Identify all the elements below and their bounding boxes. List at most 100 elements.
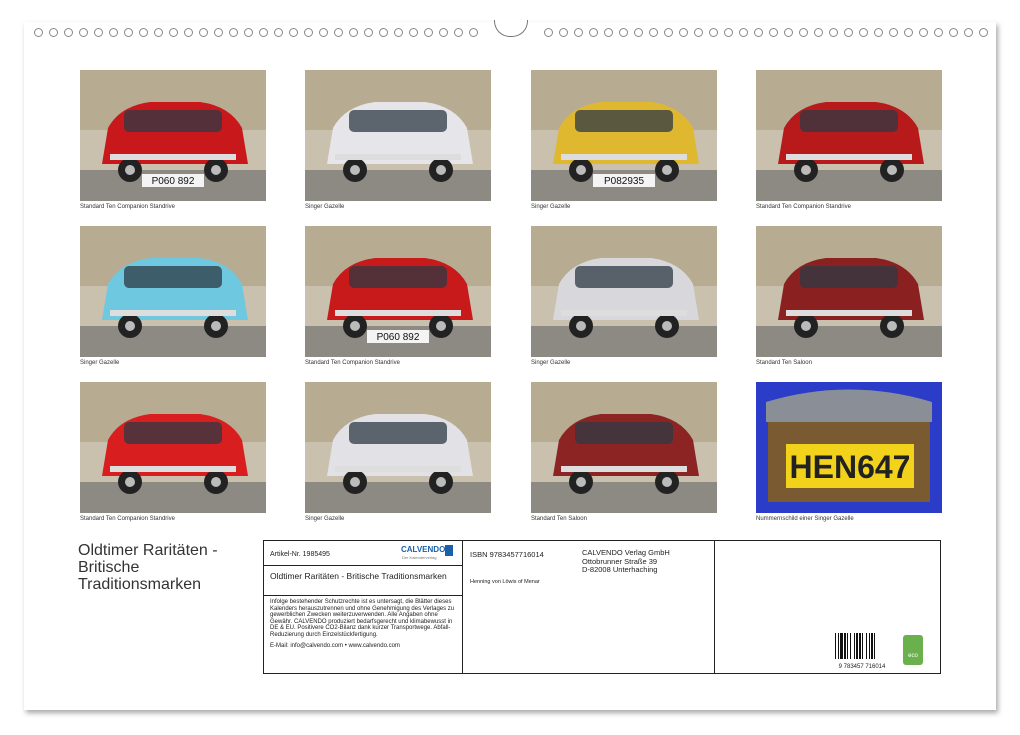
- binding-ring: [214, 28, 223, 37]
- binding-ring: [424, 28, 433, 37]
- photo-caption: Singer Gazelle: [531, 204, 717, 210]
- car-photo: [305, 382, 491, 513]
- plate-text: P060 892: [377, 332, 420, 343]
- barcode-bar: [854, 633, 855, 659]
- photo-caption: Singer Gazelle: [305, 204, 491, 210]
- barcode-bar: [844, 633, 846, 659]
- binding-ring: [814, 28, 823, 37]
- binding-ring: [94, 28, 103, 37]
- binding-ring: [754, 28, 763, 37]
- barcode-bar: [856, 633, 858, 659]
- binding-ring: [229, 28, 238, 37]
- binding-ring: [259, 28, 268, 37]
- photo-caption: Singer Gazelle: [305, 516, 491, 522]
- binding-ring: [619, 28, 628, 37]
- binding-ring: [739, 28, 748, 37]
- plate-text: HEN647: [790, 449, 911, 485]
- binding-ring: [604, 28, 613, 37]
- car-photo: P060 892: [305, 226, 491, 357]
- binding-ring: [709, 28, 718, 37]
- calvendo-logo: CALVENDO: [401, 545, 445, 554]
- binding-ring: [454, 28, 463, 37]
- photo-tile: P060 892 Standard Ten Companion Standriv…: [80, 70, 266, 210]
- binding-ring: [664, 28, 673, 37]
- photo-caption: Standard Ten Companion Standrive: [80, 204, 266, 210]
- barcode-number: 9 783457 716014: [834, 664, 890, 670]
- binding-ring: [934, 28, 943, 37]
- barcode-bar: [835, 633, 836, 659]
- photo-caption: Nummernschild einer Singer Gazelle: [756, 516, 942, 522]
- binding-ring: [544, 28, 553, 37]
- binding-ring: [409, 28, 418, 37]
- barcode-bar: [840, 633, 843, 659]
- photo-tile: Standard Ten Saloon: [531, 382, 717, 522]
- binding-ring: [559, 28, 568, 37]
- calendar-title: Oldtimer Raritäten - Britische Tradition…: [78, 542, 258, 593]
- binding-ring: [319, 28, 328, 37]
- photo-caption: Standard Ten Saloon: [531, 516, 717, 522]
- binding-ring: [919, 28, 928, 37]
- plate-text: P060 892: [152, 176, 195, 187]
- barcode-bar: [871, 633, 873, 659]
- binding-ring: [694, 28, 703, 37]
- eco-badge-icon: eco: [903, 635, 923, 665]
- car-photo: [305, 70, 491, 201]
- photo-caption: Singer Gazelle: [80, 360, 266, 366]
- photo-tile: P060 892 Standard Ten Companion Standriv…: [305, 226, 491, 366]
- barcode-bar: [862, 633, 863, 659]
- binding-ring: [394, 28, 403, 37]
- photo-tile: Standard Ten Companion Standrive: [80, 382, 266, 522]
- binding-ring: [304, 28, 313, 37]
- binding-ring: [109, 28, 118, 37]
- binding-ring: [649, 28, 658, 37]
- divider: [264, 595, 462, 596]
- binding-ring: [199, 28, 208, 37]
- photo-tile: HEN647 Nummernschild einer Singer Gazell…: [756, 382, 942, 522]
- binding-ring: [364, 28, 373, 37]
- binding-ring: [769, 28, 778, 37]
- binding-ring: [379, 28, 388, 37]
- binding-ring: [49, 28, 58, 37]
- binding-ring: [139, 28, 148, 37]
- photo-tile: Standard Ten Companion Standrive: [756, 70, 942, 210]
- binding-ring: [874, 28, 883, 37]
- binding-ring: [679, 28, 688, 37]
- binding-ring: [859, 28, 868, 37]
- title-line-2: Britische: [78, 559, 258, 576]
- binding-ring: [439, 28, 448, 37]
- article-number: Artikel-Nr. 1985495: [270, 551, 330, 558]
- car-photo: [80, 382, 266, 513]
- photo-caption: Singer Gazelle: [531, 360, 717, 366]
- info-box: Artikel-Nr. 1985495 CALVENDO Der Kalende…: [263, 540, 941, 674]
- car-photo: [756, 70, 942, 201]
- binding-ring: [784, 28, 793, 37]
- binding-ring: [244, 28, 253, 37]
- binding-ring: [79, 28, 88, 37]
- barcode-bar: [838, 633, 839, 659]
- legal-notice: Infolge bestehender Schutzrechte ist es …: [270, 599, 458, 639]
- publisher-address: CALVENDO Verlag GmbH Ottobrunner Straße …: [582, 549, 670, 575]
- binding-ring: [574, 28, 583, 37]
- photo-tile: P082935 Singer Gazelle: [531, 70, 717, 210]
- binding-ring: [334, 28, 343, 37]
- binding-ring: [949, 28, 958, 37]
- calendar-title-small: Oldtimer Raritäten - Britische Tradition…: [270, 572, 458, 581]
- photo-caption: Standard Ten Companion Standrive: [756, 204, 942, 210]
- binding-ring: [589, 28, 598, 37]
- calendar-back-page: P060 892 Standard Ten Companion Standriv…: [24, 22, 996, 710]
- binding-ring: [844, 28, 853, 37]
- car-photo: [756, 226, 942, 357]
- barcode-bar: [859, 633, 861, 659]
- car-photo: [80, 226, 266, 357]
- calvendo-mark-icon: [445, 545, 453, 556]
- barcode-bar: [850, 633, 851, 659]
- photo-tile: Singer Gazelle: [531, 226, 717, 366]
- author: Henning von Löwis of Menar: [470, 579, 540, 585]
- binding-ring: [964, 28, 973, 37]
- binding-ring: [889, 28, 898, 37]
- divider: [462, 541, 463, 673]
- photo-caption: Standard Ten Saloon: [756, 360, 942, 366]
- contact-line: E-Mail: info@calvendo.com • www.calvendo…: [270, 643, 458, 649]
- barcode-bar: [869, 633, 870, 659]
- binding-ring: [469, 28, 478, 37]
